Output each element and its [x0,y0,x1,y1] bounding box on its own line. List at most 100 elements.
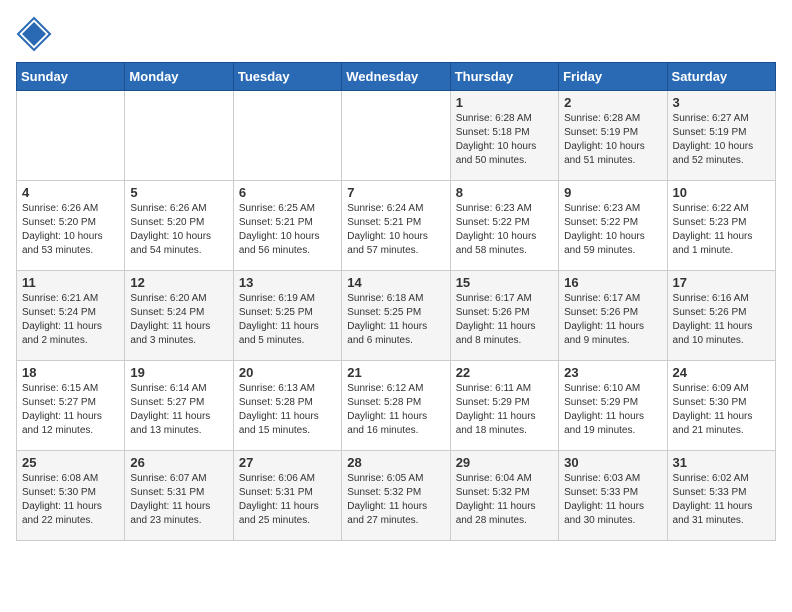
calendar-cell: 25 Sunrise: 6:08 AMSunset: 5:30 PMDayligh… [17,451,125,541]
calendar-cell: 28Sunrise: 6:05 AMSunset: 5:32 PMDayligh… [342,451,450,541]
calendar-cell: 10 Sunrise: 6:22 AMSunset: 5:23 PMDayligh… [667,181,775,271]
day-info: Sunrise: 6:08 AMSunset: 5:30 PMDaylight:… [22,472,119,528]
day-info: Sunrise: 6:04 AMSunset: 5:32 PMDaylight:… [456,472,553,528]
calendar-cell: 4 Sunrise: 6:26 AMSunset: 5:20 PMDaylight… [17,181,125,271]
day-number: 6 [239,185,336,200]
day-info: Sunrise: 6:12 AMSunset: 5:28 PMDaylight:… [347,382,444,438]
day-info: Sunrise: 6:11 AMSunset: 5:29 PMDaylight:… [456,382,553,438]
day-number: 12 [130,275,227,290]
calendar-cell: 24Sunrise: 6:09 AMSunset: 5:30 PMDayligh… [667,361,775,451]
day-number: 2 [564,95,661,110]
calendar-cell: 12 Sunrise: 6:20 AMSunset: 5:24 PMDayligh… [125,271,233,361]
day-info: Sunrise: 6:03 AMSunset: 5:33 PMDaylight:… [564,472,661,528]
week-row-1: 4 Sunrise: 6:26 AMSunset: 5:20 PMDaylight… [17,181,776,271]
day-info: Sunrise: 6:26 AMSunset: 5:20 PMDaylight:… [22,202,119,258]
calendar-cell [17,91,125,181]
calendar-cell: 20 Sunrise: 6:13 AMSunset: 5:28 PMDayligh… [233,361,341,451]
day-number: 8 [456,185,553,200]
day-number: 5 [130,185,227,200]
week-row-0: 1Sunrise: 6:28 AMSunset: 5:18 PMDaylight… [17,91,776,181]
day-number: 4 [22,185,119,200]
day-number: 10 [673,185,770,200]
day-info: Sunrise: 6:05 AMSunset: 5:32 PMDaylight:… [347,472,444,528]
day-info: Sunrise: 6:19 AMSunset: 5:25 PMDaylight:… [239,292,336,348]
day-info: Sunrise: 6:10 AMSunset: 5:29 PMDaylight:… [564,382,661,438]
calendar-cell: 2 Sunrise: 6:28 AMSunset: 5:19 PMDaylight… [559,91,667,181]
header-day-monday: Monday [125,63,233,91]
calendar-cell [342,91,450,181]
day-info: Sunrise: 6:26 AMSunset: 5:20 PMDaylight:… [130,202,227,258]
day-info: Sunrise: 6:17 AMSunset: 5:26 PMDaylight:… [564,292,661,348]
day-info: Sunrise: 6:27 AMSunset: 5:19 PMDaylight:… [673,112,770,168]
calendar-cell: 22 Sunrise: 6:11 AMSunset: 5:29 PMDayligh… [450,361,558,451]
logo-icon [16,16,52,52]
calendar-cell: 21 Sunrise: 6:12 AMSunset: 5:28 PMDayligh… [342,361,450,451]
day-number: 26 [130,455,227,470]
day-number: 30 [564,455,661,470]
calendar-cell: 7Sunrise: 6:24 AMSunset: 5:21 PMDaylight… [342,181,450,271]
day-number: 17 [673,275,770,290]
day-number: 29 [456,455,553,470]
header-day-friday: Friday [559,63,667,91]
calendar-cell: 23Sunrise: 6:10 AMSunset: 5:29 PMDayligh… [559,361,667,451]
day-info: Sunrise: 6:20 AMSunset: 5:24 PMDaylight:… [130,292,227,348]
day-info: Sunrise: 6:09 AMSunset: 5:30 PMDaylight:… [673,382,770,438]
day-number: 14 [347,275,444,290]
day-info: Sunrise: 6:02 AMSunset: 5:33 PMDaylight:… [673,472,770,528]
calendar-cell: 9Sunrise: 6:23 AMSunset: 5:22 PMDaylight… [559,181,667,271]
calendar-cell: 29 Sunrise: 6:04 AMSunset: 5:32 PMDayligh… [450,451,558,541]
calendar-cell: 1Sunrise: 6:28 AMSunset: 5:18 PMDaylight… [450,91,558,181]
day-info: Sunrise: 6:16 AMSunset: 5:26 PMDaylight:… [673,292,770,348]
day-info: Sunrise: 6:15 AMSunset: 5:27 PMDaylight:… [22,382,119,438]
day-number: 18 [22,365,119,380]
calendar-cell: 6 Sunrise: 6:25 AMSunset: 5:21 PMDaylight… [233,181,341,271]
calendar-cell: 18 Sunrise: 6:15 AMSunset: 5:27 PMDayligh… [17,361,125,451]
header-row: SundayMondayTuesdayWednesdayThursdayFrid… [17,63,776,91]
calendar-cell [233,91,341,181]
day-info: Sunrise: 6:07 AMSunset: 5:31 PMDaylight:… [130,472,227,528]
logo [16,16,58,52]
day-number: 3 [673,95,770,110]
calendar-cell: 13 Sunrise: 6:19 AMSunset: 5:25 PMDayligh… [233,271,341,361]
day-info: Sunrise: 6:22 AMSunset: 5:23 PMDaylight:… [673,202,770,258]
header-day-wednesday: Wednesday [342,63,450,91]
day-number: 15 [456,275,553,290]
week-row-2: 11 Sunrise: 6:21 AMSunset: 5:24 PMDayligh… [17,271,776,361]
calendar-cell: 30 Sunrise: 6:03 AMSunset: 5:33 PMDayligh… [559,451,667,541]
header-day-sunday: Sunday [17,63,125,91]
calendar-cell [125,91,233,181]
week-row-3: 18 Sunrise: 6:15 AMSunset: 5:27 PMDayligh… [17,361,776,451]
calendar-cell: 14Sunrise: 6:18 AMSunset: 5:25 PMDayligh… [342,271,450,361]
day-number: 21 [347,365,444,380]
calendar-cell: 17 Sunrise: 6:16 AMSunset: 5:26 PMDayligh… [667,271,775,361]
day-number: 25 [22,455,119,470]
day-info: Sunrise: 6:13 AMSunset: 5:28 PMDaylight:… [239,382,336,438]
day-number: 11 [22,275,119,290]
day-number: 22 [456,365,553,380]
calendar-cell: 27Sunrise: 6:06 AMSunset: 5:31 PMDayligh… [233,451,341,541]
day-number: 20 [239,365,336,380]
calendar-cell: 19 Sunrise: 6:14 AMSunset: 5:27 PMDayligh… [125,361,233,451]
calendar-cell: 15 Sunrise: 6:17 AMSunset: 5:26 PMDayligh… [450,271,558,361]
calendar-cell: 11 Sunrise: 6:21 AMSunset: 5:24 PMDayligh… [17,271,125,361]
calendar-cell: 5 Sunrise: 6:26 AMSunset: 5:20 PMDaylight… [125,181,233,271]
day-number: 13 [239,275,336,290]
day-info: Sunrise: 6:25 AMSunset: 5:21 PMDaylight:… [239,202,336,258]
day-info: Sunrise: 6:24 AMSunset: 5:21 PMDaylight:… [347,202,444,258]
day-info: Sunrise: 6:14 AMSunset: 5:27 PMDaylight:… [130,382,227,438]
day-number: 19 [130,365,227,380]
header-day-saturday: Saturday [667,63,775,91]
day-number: 31 [673,455,770,470]
day-number: 9 [564,185,661,200]
day-info: Sunrise: 6:17 AMSunset: 5:26 PMDaylight:… [456,292,553,348]
calendar-cell: 16Sunrise: 6:17 AMSunset: 5:26 PMDayligh… [559,271,667,361]
calendar-cell: 8 Sunrise: 6:23 AMSunset: 5:22 PMDaylight… [450,181,558,271]
day-info: Sunrise: 6:28 AMSunset: 5:19 PMDaylight:… [564,112,661,168]
header [16,16,776,52]
day-info: Sunrise: 6:21 AMSunset: 5:24 PMDaylight:… [22,292,119,348]
calendar-cell: 3 Sunrise: 6:27 AMSunset: 5:19 PMDaylight… [667,91,775,181]
header-day-tuesday: Tuesday [233,63,341,91]
week-row-4: 25 Sunrise: 6:08 AMSunset: 5:30 PMDayligh… [17,451,776,541]
day-number: 1 [456,95,553,110]
day-info: Sunrise: 6:23 AMSunset: 5:22 PMDaylight:… [456,202,553,258]
